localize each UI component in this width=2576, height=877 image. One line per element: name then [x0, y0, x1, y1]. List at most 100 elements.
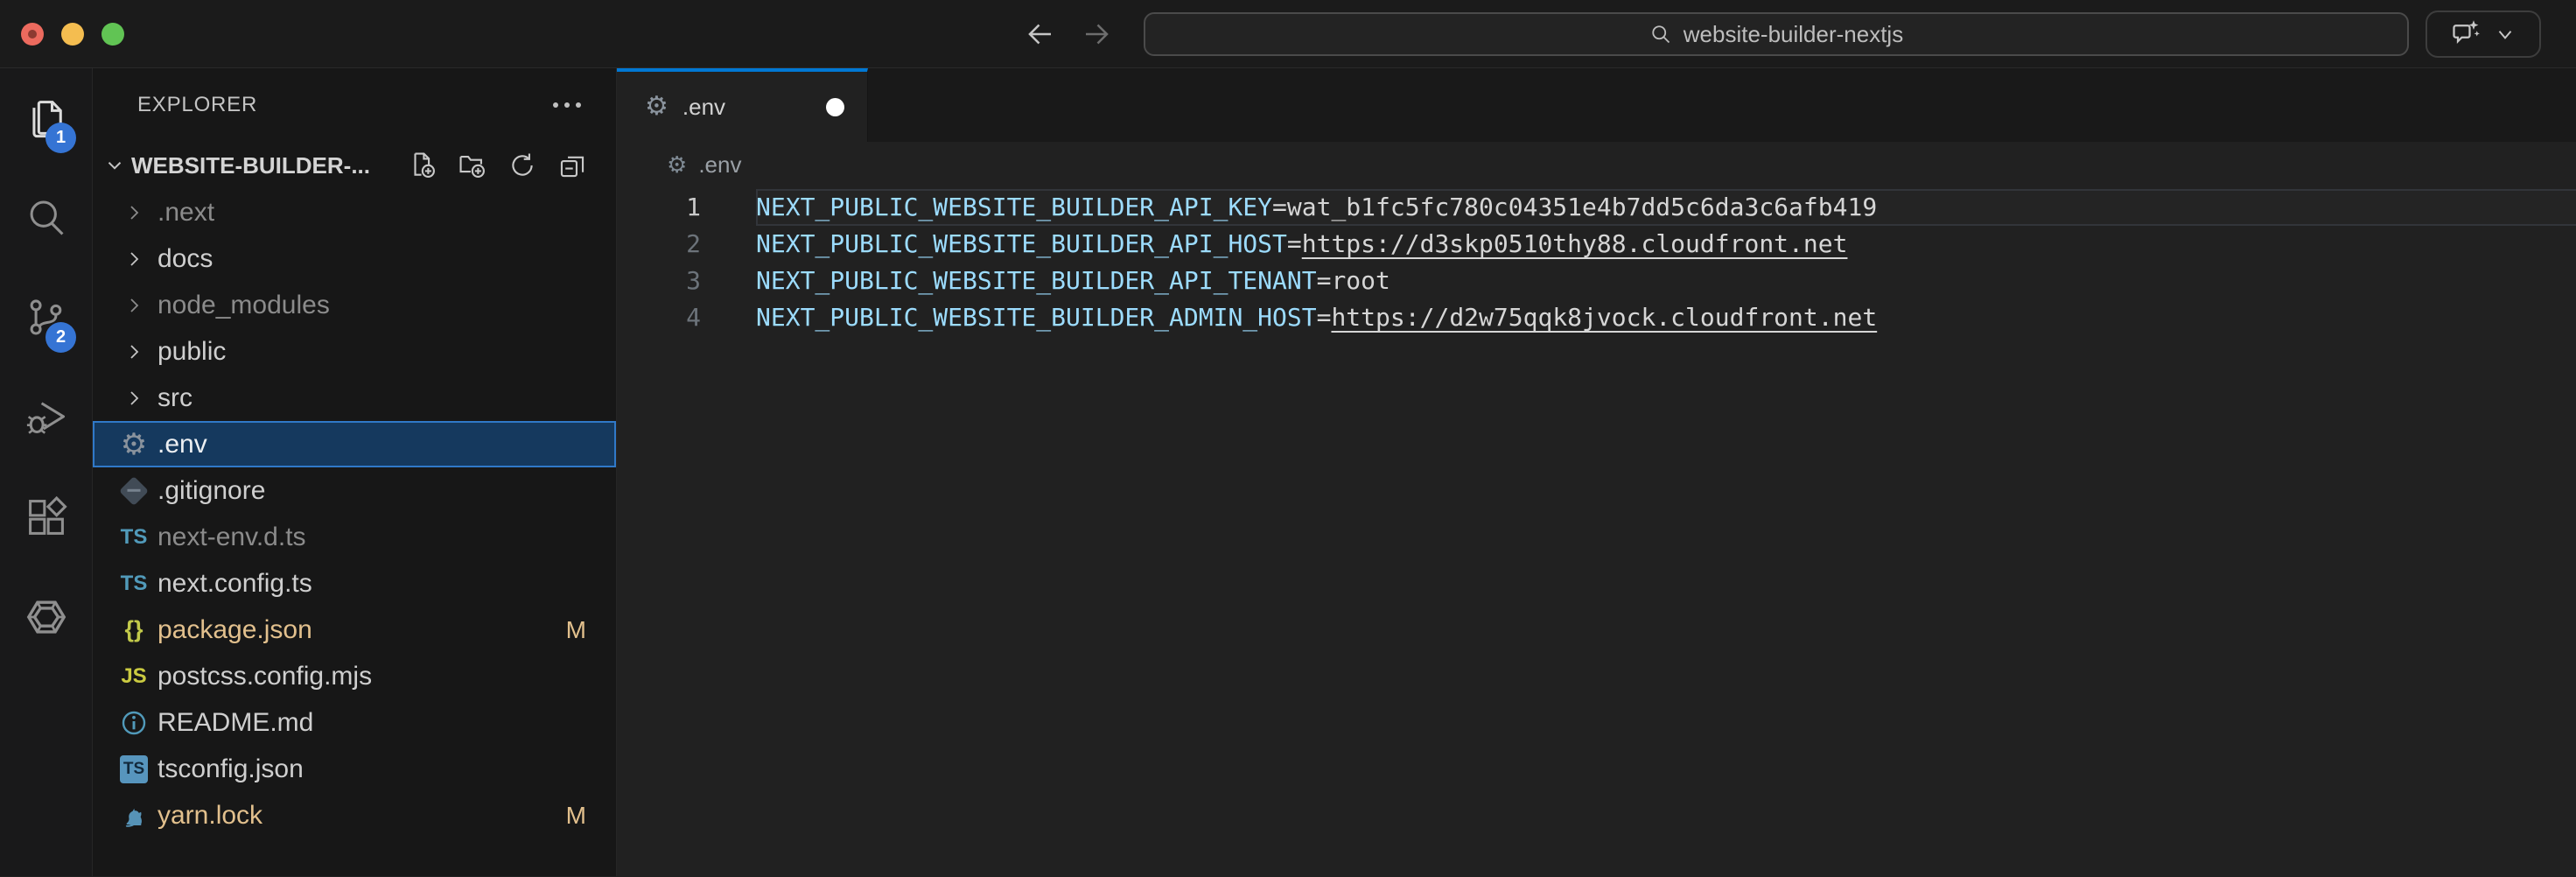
tree-item-tsconfig-file[interactable]: TS tsconfig.json	[93, 746, 616, 792]
tree-item-node-modules-folder[interactable]: node_modules	[93, 282, 616, 328]
file-name: .env	[158, 430, 207, 460]
new-folder-button[interactable]	[457, 150, 488, 181]
json-icon: {}	[119, 613, 149, 648]
code-line[interactable]: 1NEXT_PUBLIC_WEBSITE_BUILDER_API_KEY=wat…	[617, 189, 2576, 226]
code-line[interactable]: 3NEXT_PUBLIC_WEBSITE_BUILDER_API_TENANT=…	[617, 263, 2576, 299]
tree-item-postcss-config-file[interactable]: JS postcss.config.mjs	[93, 653, 616, 699]
git-icon	[119, 476, 149, 506]
tree-item-docs-folder[interactable]: docs	[93, 235, 616, 282]
gear-icon: ⚙	[119, 427, 149, 462]
file-name: node_modules	[158, 291, 330, 320]
file-name: package.json	[158, 615, 312, 645]
new-file-button[interactable]	[407, 150, 438, 181]
minimize-window-button[interactable]	[61, 23, 84, 46]
tree-item-gitignore-file[interactable]: .gitignore	[93, 467, 616, 514]
tree-item-next-folder[interactable]: .next	[93, 189, 616, 235]
zoom-window-button[interactable]	[102, 23, 124, 46]
activity-explorer[interactable]: 1	[0, 68, 92, 168]
tree-item-env-file[interactable]: ⚙ .env	[93, 421, 616, 467]
code-editor[interactable]: 1NEXT_PUBLIC_WEBSITE_BUILDER_API_KEY=wat…	[617, 188, 2576, 876]
env-key: NEXT_PUBLIC_WEBSITE_BUILDER_API_KEY	[756, 193, 1272, 221]
chevron-right-icon	[123, 249, 144, 270]
file-name: README.md	[158, 708, 313, 738]
typescript-icon: TS	[119, 566, 149, 601]
tsconfig-icon: TS	[120, 755, 148, 783]
line-number: 1	[617, 189, 756, 226]
file-tree: .next docs node_modules public src ⚙ .en…	[93, 189, 616, 876]
tree-item-public-folder[interactable]: public	[93, 328, 616, 375]
gear-icon: ⚙	[667, 154, 687, 177]
refresh-button[interactable]	[507, 150, 538, 181]
gear-icon: ⚙	[645, 94, 668, 120]
scm-badge: 2	[46, 322, 76, 353]
collapse-all-icon	[557, 151, 587, 180]
tab-label: .env	[682, 94, 725, 121]
breadcrumb-item[interactable]: .env	[698, 151, 741, 179]
more-actions-icon[interactable]	[553, 102, 581, 108]
tree-item-yarn-lock-file[interactable]: yarn.lock M	[93, 792, 616, 838]
yarn-cat-icon	[119, 798, 149, 833]
activity-source-control[interactable]: 2	[0, 268, 92, 368]
code-line[interactable]: 2NEXT_PUBLIC_WEBSITE_BUILDER_API_HOST=ht…	[617, 226, 2576, 263]
chevron-right-icon	[123, 341, 144, 362]
copilot-menu-button[interactable]	[2426, 11, 2541, 58]
env-key: NEXT_PUBLIC_WEBSITE_BUILDER_API_HOST	[756, 229, 1287, 258]
tree-item-src-folder[interactable]: src	[93, 375, 616, 421]
search-icon	[1649, 23, 1673, 46]
file-name: tsconfig.json	[158, 754, 304, 784]
explorer-actions	[407, 150, 616, 181]
editor-group: ⚙ .env ⚙ .env 1NEXT_PUBLIC_WEBSITE_BUILD…	[617, 68, 2576, 876]
workspace-section-header[interactable]: WEBSITE-BUILDER-...	[93, 142, 616, 189]
typescript-icon: TS	[119, 520, 149, 555]
explorer-title: EXPLORER	[137, 93, 257, 117]
forward-button[interactable]	[1080, 18, 1113, 51]
env-key: NEXT_PUBLIC_WEBSITE_BUILDER_API_TENANT	[756, 266, 1317, 295]
equals-sign: =	[1317, 266, 1332, 295]
refresh-icon	[508, 151, 537, 180]
activity-run-debug[interactable]	[0, 368, 92, 467]
env-value-link[interactable]: https://d3skp0510thy88.cloudfront.net	[1302, 229, 1848, 258]
collapse-all-button[interactable]	[556, 150, 588, 181]
equals-sign: =	[1287, 229, 1302, 258]
chevron-right-icon	[123, 388, 144, 409]
title-bar: website-builder-nextjs	[0, 0, 2576, 68]
env-value-link[interactable]: https://d2w75qqk8jvock.cloudfront.net	[1331, 303, 1877, 332]
command-center-search[interactable]: website-builder-nextjs	[1144, 12, 2409, 56]
unsaved-changes-dot[interactable]	[826, 98, 844, 116]
activity-search[interactable]	[0, 168, 92, 268]
chevron-down-icon	[103, 154, 126, 177]
equals-sign: =	[1272, 193, 1287, 221]
activity-extensions[interactable]	[0, 467, 92, 567]
env-key: NEXT_PUBLIC_WEBSITE_BUILDER_ADMIN_HOST	[756, 303, 1317, 332]
file-name: .gitignore	[158, 476, 265, 506]
tab-env[interactable]: ⚙ .env	[617, 68, 868, 142]
tree-item-readme-file[interactable]: README.md	[93, 699, 616, 746]
info-icon	[119, 705, 149, 740]
file-name: postcss.config.mjs	[158, 662, 372, 691]
git-modified-badge: M	[566, 802, 586, 830]
file-name: next.config.ts	[158, 569, 312, 599]
window-controls	[21, 23, 124, 46]
tab-bar: ⚙ .env	[617, 68, 2576, 142]
extensions-icon	[24, 495, 69, 540]
file-name: src	[158, 383, 192, 413]
javascript-icon: JS	[119, 659, 149, 694]
git-modified-badge: M	[566, 616, 586, 644]
file-name: public	[158, 337, 226, 367]
line-number: 2	[617, 226, 756, 263]
code-line[interactable]: 4NEXT_PUBLIC_WEBSITE_BUILDER_ADMIN_HOST=…	[617, 299, 2576, 336]
chevron-down-icon	[2494, 23, 2516, 46]
tree-item-next-env-dts-file[interactable]: TS next-env.d.ts	[93, 514, 616, 560]
run-debug-icon	[24, 395, 69, 440]
back-button[interactable]	[1024, 18, 1057, 51]
file-name: docs	[158, 244, 213, 274]
tree-item-package-json-file[interactable]: {} package.json M	[93, 607, 616, 653]
tree-item-next-config-file[interactable]: TS next.config.ts	[93, 560, 616, 607]
close-window-button[interactable]	[21, 23, 44, 46]
env-value: root	[1331, 266, 1390, 295]
activity-bar: 1 2	[0, 68, 93, 876]
line-number: 3	[617, 263, 756, 299]
activity-hexagon-extension[interactable]	[0, 567, 92, 667]
chevron-right-icon	[123, 295, 144, 316]
file-name: .next	[158, 198, 214, 228]
